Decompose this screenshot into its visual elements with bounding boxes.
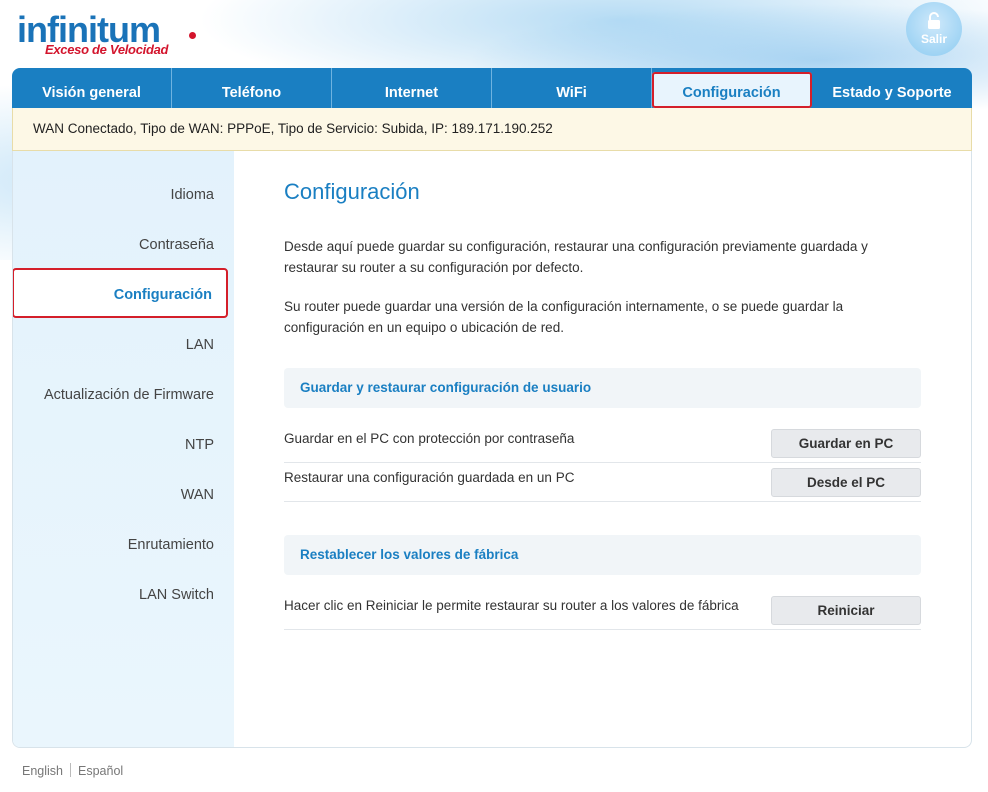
sidebar-item-configuracion[interactable]: Configuración [13, 268, 228, 318]
lang-espanol-link[interactable]: Español [78, 764, 123, 778]
sidebar-item-contrasena[interactable]: Contraseña [13, 220, 214, 270]
section-save-restore-title: Guardar y restaurar configuración de usu… [284, 368, 921, 408]
sidebar-item-enrutamiento[interactable]: Enrutamiento [13, 520, 214, 570]
tab-internet[interactable]: Internet [332, 68, 492, 108]
sidebar-item-lan-switch[interactable]: LAN Switch [13, 570, 214, 620]
tab-wifi[interactable]: WiFi [492, 68, 652, 108]
brand-tagline: Exceso de Velocidad [45, 42, 169, 57]
main-nav: Visión general Teléfono Internet WiFi Co… [12, 68, 972, 108]
brand-dot [189, 32, 196, 39]
unlock-icon [928, 12, 940, 29]
sidebar-item-wan[interactable]: WAN [13, 470, 214, 520]
row-factory-reset: Hacer clic en Reiniciar le permite resta… [284, 590, 921, 630]
tab-estado-soporte[interactable]: Estado y Soporte [812, 68, 972, 108]
restart-button[interactable]: Reiniciar [771, 596, 921, 625]
brand-logo: infinitum Exceso de Velocidad [17, 12, 197, 60]
lang-english-link[interactable]: English [22, 764, 63, 778]
save-to-pc-button[interactable]: Guardar en PC [771, 429, 921, 458]
sidebar: Idioma Contraseña Configuración LAN Actu… [13, 151, 234, 747]
tab-configuracion[interactable]: Configuración [652, 72, 812, 108]
tab-telefono[interactable]: Teléfono [172, 68, 332, 108]
row-save-pc: Guardar en el PC con protección por cont… [284, 423, 921, 463]
description-2: Su router puede guardar una versión de l… [284, 299, 844, 335]
sidebar-item-firmware[interactable]: Actualización de Firmware [13, 370, 214, 420]
restore-from-pc-button[interactable]: Desde el PC [771, 468, 921, 497]
section-factory-reset-title: Restablecer los valores de fábrica [284, 535, 921, 575]
row-save-pc-label: Guardar en el PC con protección por cont… [284, 431, 575, 446]
logout-button[interactable]: Salir [906, 2, 962, 56]
language-switcher: English Español [22, 763, 123, 778]
tab-vision-general[interactable]: Visión general [12, 68, 172, 108]
wan-status-bar: WAN Conectado, Tipo de WAN: PPPoE, Tipo … [12, 108, 972, 151]
lang-divider [70, 763, 71, 777]
page-title: Configuración [284, 179, 420, 204]
logout-label: Salir [920, 32, 947, 46]
description-1: Desde aquí puede guardar su configuració… [284, 239, 868, 275]
sidebar-item-idioma[interactable]: Idioma [13, 170, 214, 220]
row-restore-pc-label: Restaurar una configuración guardada en … [284, 470, 575, 485]
row-restore-pc: Restaurar una configuración guardada en … [284, 462, 921, 502]
main-panel: Idioma Contraseña Configuración LAN Actu… [12, 151, 972, 748]
sidebar-item-ntp[interactable]: NTP [13, 420, 214, 470]
sidebar-item-lan[interactable]: LAN [13, 320, 214, 370]
row-factory-reset-label: Hacer clic en Reiniciar le permite resta… [284, 598, 739, 613]
